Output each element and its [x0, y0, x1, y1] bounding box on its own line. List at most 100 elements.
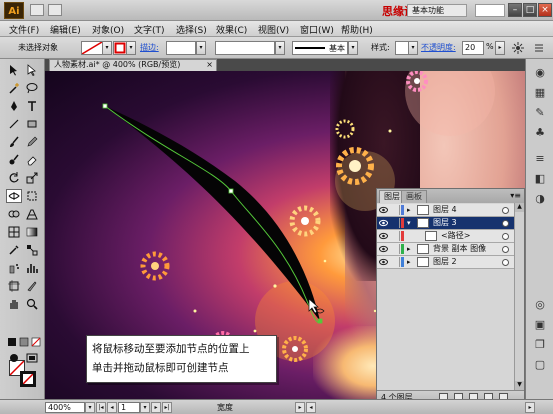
screen-mode-icon[interactable] [24, 351, 40, 365]
close-window-button[interactable]: × [538, 3, 552, 17]
rectangle-tool-icon[interactable] [24, 117, 40, 131]
menu-view[interactable]: 视图(V) [258, 23, 289, 36]
menu-edit[interactable]: 编辑(E) [50, 23, 81, 36]
target-circle-icon[interactable] [502, 246, 509, 253]
pencil-tool-icon[interactable] [24, 135, 40, 149]
pen-tool-icon[interactable] [6, 99, 22, 113]
visibility-eye-icon[interactable] [379, 219, 388, 227]
opacity-label[interactable]: 不透明度: [421, 42, 456, 53]
scale-tool-icon[interactable] [24, 171, 40, 185]
previous-artboard-button[interactable]: ◂ [107, 402, 117, 413]
expand-arrow-icon[interactable]: ▾ [407, 217, 411, 229]
lock-toggle[interactable] [391, 205, 400, 215]
magic-wand-tool-icon[interactable] [6, 81, 22, 95]
scroll-left-button[interactable]: ◂ [306, 402, 316, 413]
minimize-button[interactable]: – [508, 3, 522, 17]
paintbrush-tool-icon[interactable] [6, 135, 22, 149]
stroke-dropdown[interactable]: ▾ [126, 41, 136, 55]
zoom-level-field[interactable]: 400% [45, 402, 85, 413]
visibility-eye-icon[interactable] [379, 206, 388, 214]
menu-type[interactable]: 文字(T) [134, 23, 165, 36]
first-artboard-button[interactable]: |◂ [96, 402, 106, 413]
menu-object[interactable]: 对象(O) [92, 23, 124, 36]
fill-color-swatch[interactable] [81, 41, 103, 55]
perspective-grid-tool-icon[interactable] [24, 207, 40, 221]
style-dropdown[interactable]: ▾ [408, 41, 418, 55]
swatches-panel-icon[interactable]: ▦ [532, 85, 548, 99]
graphic-style-swatch[interactable] [395, 41, 409, 55]
panel-menu-icon[interactable] [531, 41, 547, 55]
tab-artboards[interactable]: 画板 [401, 190, 427, 203]
variable-width-profile[interactable] [215, 41, 275, 55]
panel-menu-icon[interactable]: ▾≡ [510, 191, 521, 200]
bridge-icon[interactable] [30, 4, 44, 16]
opacity-input[interactable]: 20 [462, 41, 484, 55]
gradient-tool-icon[interactable] [24, 225, 40, 239]
symbols-panel-icon[interactable]: ♣ [532, 125, 548, 139]
scroll-down-arrow-icon[interactable]: ▼ [515, 381, 524, 390]
close-document-icon[interactable]: × [206, 60, 213, 70]
target-circle-icon[interactable] [502, 220, 509, 227]
stroke-swatch[interactable] [20, 371, 36, 387]
expand-arrow-icon[interactable]: ▸ [407, 204, 411, 216]
transparency-panel-icon[interactable]: ◑ [532, 191, 548, 205]
blob-brush-tool-icon[interactable] [6, 153, 22, 167]
lasso-tool-icon[interactable] [24, 81, 40, 95]
layers-panel-icon[interactable]: ❐ [532, 337, 548, 351]
brush-dropdown[interactable]: ▾ [348, 41, 358, 55]
graphic-styles-panel-icon[interactable]: ▣ [532, 317, 548, 331]
artboard-number-field[interactable]: 1 [118, 402, 140, 413]
arrange-documents-icon[interactable] [48, 4, 62, 16]
lock-toggle[interactable] [391, 257, 400, 267]
fill-dropdown[interactable]: ▾ [102, 41, 112, 55]
line-tool-icon[interactable] [6, 117, 22, 131]
expand-arrow-icon[interactable]: ▸ [407, 243, 411, 255]
zoom-dropdown[interactable]: ▾ [85, 402, 95, 413]
eyedropper-tool-icon[interactable] [6, 243, 22, 257]
visibility-eye-icon[interactable] [379, 232, 388, 240]
target-circle-icon[interactable] [502, 207, 509, 214]
visibility-eye-icon[interactable] [379, 258, 388, 266]
menu-effect[interactable]: 效果(C) [216, 23, 247, 36]
status-menu-button[interactable]: ▸ [295, 402, 305, 413]
column-graph-tool-icon[interactable] [24, 261, 40, 275]
width-tool-icon[interactable] [6, 189, 22, 203]
mesh-tool-icon[interactable] [6, 225, 22, 239]
layers-scrollbar[interactable]: ▲ ▼ [514, 203, 524, 390]
appearance-panel-icon[interactable]: ◎ [532, 297, 548, 311]
blend-tool-icon[interactable] [24, 243, 40, 257]
brushes-panel-icon[interactable]: ✎ [532, 105, 548, 119]
menu-file[interactable]: 文件(F) [9, 23, 39, 36]
zoom-tool-icon[interactable] [24, 297, 40, 311]
layer-row[interactable]: ▸ 图层 4 [377, 204, 514, 217]
artboard-dropdown[interactable]: ▾ [140, 402, 150, 413]
menu-help[interactable]: 帮助(H) [341, 23, 373, 36]
shape-builder-tool-icon[interactable] [6, 207, 22, 221]
slice-tool-icon[interactable] [24, 279, 40, 293]
layer-row[interactable]: <路径> [377, 230, 514, 243]
artboard-tool-icon[interactable] [6, 279, 22, 293]
rotate-tool-icon[interactable] [6, 171, 22, 185]
recolor-artwork-icon[interactable] [510, 41, 526, 55]
layer-row[interactable]: ▾ 图层 3 [377, 217, 514, 230]
gradient-panel-icon[interactable]: ◧ [532, 171, 548, 185]
menu-select[interactable]: 选择(S) [176, 23, 207, 36]
workspace-switcher[interactable]: 基本功能 [407, 4, 467, 17]
type-tool-icon[interactable] [24, 99, 40, 113]
none-mode-icon[interactable] [28, 335, 44, 349]
color-panel-icon[interactable]: ◉ [532, 65, 548, 79]
layer-row[interactable]: ▸ 背景 副本 图像 [377, 243, 514, 256]
stroke-label[interactable]: 描边: [140, 42, 159, 53]
visibility-eye-icon[interactable] [379, 245, 388, 253]
menu-window[interactable]: 窗口(W) [300, 23, 334, 36]
next-artboard-button[interactable]: ▸ [151, 402, 161, 413]
search-input[interactable] [475, 4, 505, 17]
stroke-panel-icon[interactable]: ≡ [532, 151, 548, 165]
eraser-tool-icon[interactable] [24, 153, 40, 167]
artboards-panel-icon[interactable]: ▢ [532, 357, 548, 371]
opacity-dropdown[interactable]: ▸ [495, 41, 505, 55]
draw-normal-icon[interactable] [6, 351, 22, 365]
lock-toggle[interactable] [391, 231, 400, 241]
stroke-color-swatch[interactable] [113, 41, 127, 55]
layer-row[interactable]: ▸ 图层 2 [377, 256, 514, 269]
